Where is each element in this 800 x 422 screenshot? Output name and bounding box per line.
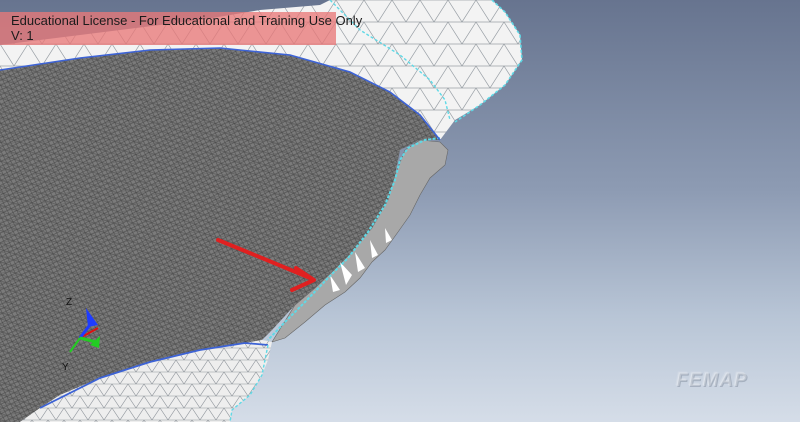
triad-z-label: Z [66, 297, 72, 308]
model-scene[interactable]: Z Y [0, 0, 800, 422]
license-banner: Educational License - For Educational an… [0, 12, 363, 45]
femap-watermark-logo: FEMAP [676, 370, 748, 391]
triad-y-label: Y [62, 362, 69, 373]
license-text: Educational License - For Educational an… [11, 13, 363, 28]
graphics-viewport[interactable]: Z Y Educational License - For Educationa… [0, 0, 800, 422]
version-text: V: 1 [11, 28, 34, 43]
